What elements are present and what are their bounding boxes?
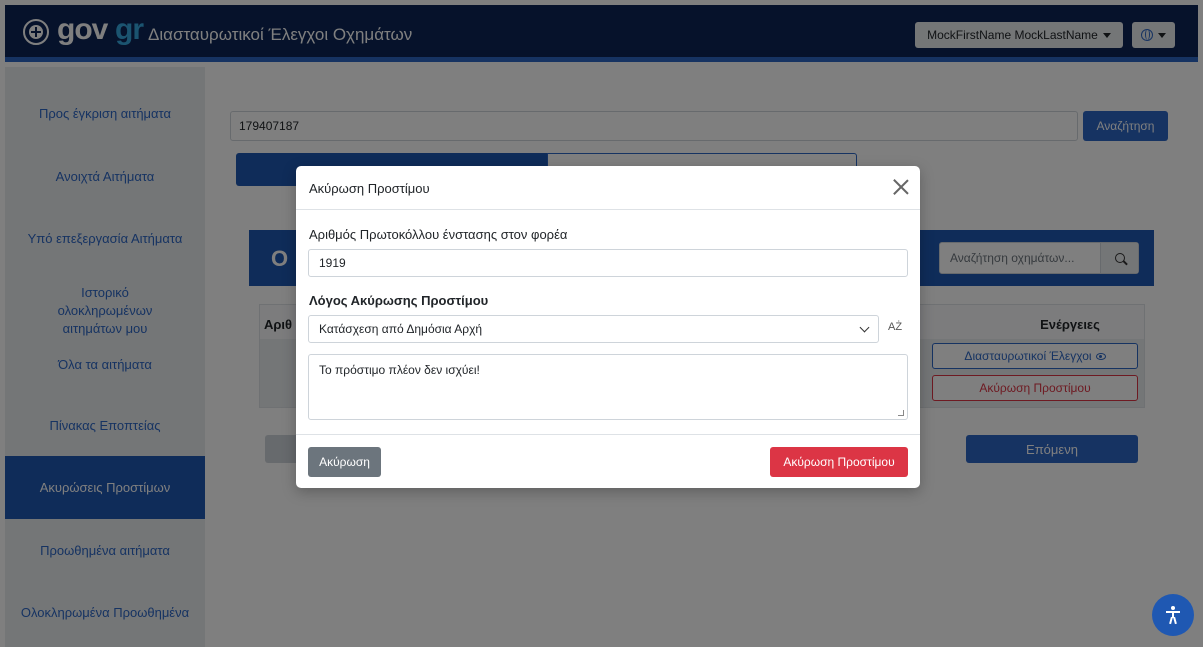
sort-icon[interactable]: AŻ [888,321,902,333]
comment-textarea[interactable]: Το πρόστιμο πλέον δεν ισχύει! [308,354,908,420]
confirm-cancel-fine-button[interactable]: Ακύρωση Προστίμου [770,447,908,477]
cancellation-reason-value: Κατάσχεση από Δημόσια Αρχή [319,322,483,336]
modal-title: Ακύρωση Προστίμου [309,181,430,196]
cancellation-reason-select[interactable]: Κατάσχεση από Δημόσια Αρχή [308,315,879,343]
resize-handle-icon[interactable] [898,410,904,416]
accessibility-button[interactable] [1152,594,1194,636]
cancellation-reason-label: Λόγος Ακύρωσης Προστίμου [309,293,489,308]
comment-text: Το πρόστιμο πλέον δεν ισχύει! [319,363,480,377]
cancel-button[interactable]: Ακύρωση [308,447,381,477]
protocol-number-label: Αριθμός Πρωτοκόλλου ένστασης στον φορέα [309,227,568,242]
cancel-fine-modal: Ακύρωση Προστίμου Αριθμός Πρωτοκόλλου έν… [296,166,920,488]
close-icon[interactable] [893,179,909,195]
chevron-down-icon [859,322,870,332]
accessibility-icon [1166,606,1180,625]
modal-footer: Ακύρωση Ακύρωση Προστίμου [296,434,920,488]
protocol-number-input[interactable]: 1919 [308,249,908,277]
modal-header: Ακύρωση Προστίμου [296,166,920,210]
